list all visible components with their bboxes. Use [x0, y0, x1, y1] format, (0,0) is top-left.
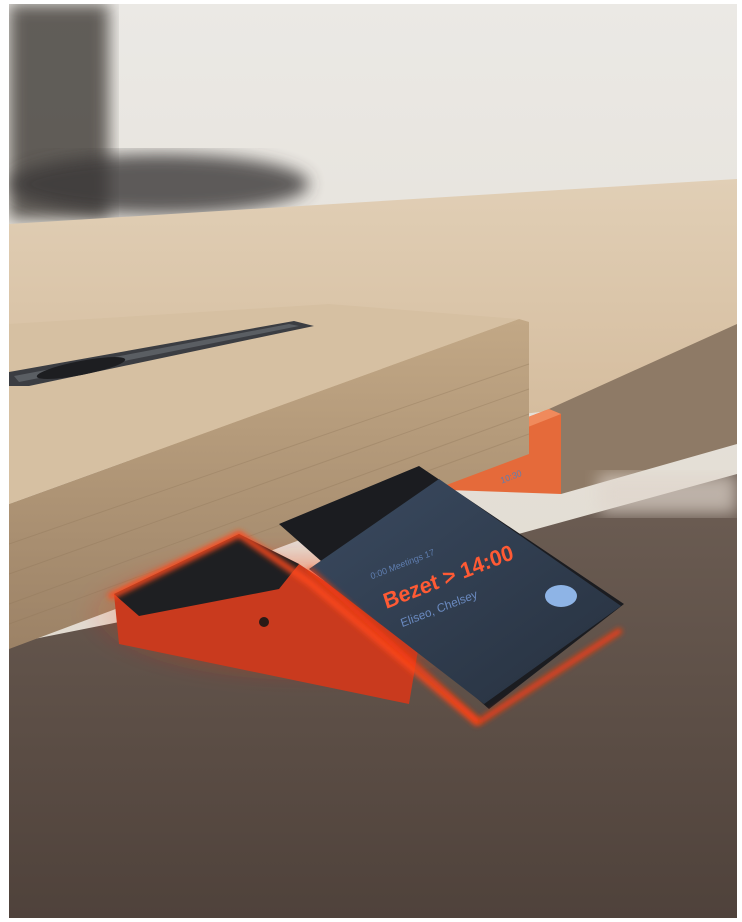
- floor-light: [599, 474, 737, 514]
- scene-svg: 0:00 Meetings 17 10:30 Bezet > 14:00 Eli…: [9, 4, 737, 918]
- blurred-keyboard: [9, 154, 309, 214]
- device-hole: [259, 617, 269, 627]
- screen-button[interactable]: [545, 585, 577, 607]
- photo: 0:00 Meetings 17 10:30 Bezet > 14:00 Eli…: [9, 4, 737, 918]
